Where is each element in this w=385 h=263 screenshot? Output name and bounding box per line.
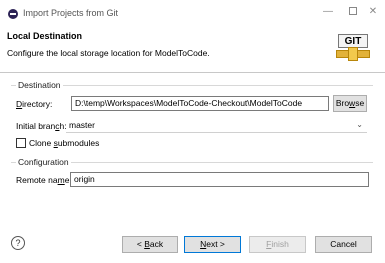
directory-input[interactable]: D:\temp\Workspaces\ModelToCode-Checkout\…: [71, 96, 329, 111]
initial-branch-select[interactable]: master ⌄: [66, 118, 367, 133]
git-logo-icon: GIT: [336, 34, 370, 64]
window-title: Import Projects from Git: [23, 8, 119, 18]
remote-name-label: Remote name:: [16, 175, 72, 185]
title-bar: Import Projects from Git — ✕: [0, 0, 385, 26]
maximize-icon: [349, 7, 357, 16]
directory-label-post: irectory:: [22, 99, 53, 109]
maximize-button[interactable]: [343, 4, 363, 20]
clone-submodules-label-post: ubmodules: [57, 138, 100, 148]
browse-label-pre: Bro: [335, 98, 350, 108]
header-separator: [0, 72, 385, 73]
git-logo-text: GIT: [338, 34, 368, 48]
initial-branch-value: master: [69, 120, 95, 130]
browse-label-post: se: [355, 98, 365, 108]
next-button[interactable]: Next >: [184, 236, 241, 253]
chevron-down-icon[interactable]: ⌄: [356, 118, 363, 132]
browse-button[interactable]: Browse: [333, 95, 367, 112]
git-pipe-joint-icon: [348, 47, 358, 61]
clone-submodules-checkbox[interactable]: [16, 138, 26, 148]
page-title: Local Destination: [7, 31, 83, 41]
eclipse-icon: [8, 9, 18, 19]
help-icon[interactable]: ?: [11, 236, 25, 250]
finish-label-post: inish: [271, 239, 289, 249]
initial-branch-label: Initial branch:: [16, 121, 67, 131]
branch-label-pre: Initial bran: [16, 121, 56, 131]
wizard-header: Local Destination Configure the local st…: [0, 26, 385, 72]
remote-name-label-mnemonic: m: [57, 175, 65, 185]
page-description: Configure the local storage location for…: [7, 48, 210, 58]
remote-name-input[interactable]: origin: [70, 172, 369, 187]
finish-button[interactable]: Finish: [249, 236, 306, 253]
back-button[interactable]: < Back: [122, 236, 178, 253]
clone-submodules-label-pre: Clone: [29, 138, 54, 148]
cancel-button[interactable]: Cancel: [315, 236, 372, 253]
configuration-group-label: Configuration: [16, 157, 71, 167]
directory-label: Directory:: [16, 99, 52, 109]
back-label-post: ack: [149, 239, 164, 249]
destination-group-label: Destination: [16, 80, 63, 90]
next-label-post: ext >: [206, 239, 225, 249]
remote-name-label-pre: Remote na: [16, 175, 58, 185]
clone-submodules-label[interactable]: Clone submodules: [29, 138, 99, 148]
minimize-button[interactable]: —: [318, 4, 338, 20]
close-button[interactable]: ✕: [363, 4, 383, 20]
